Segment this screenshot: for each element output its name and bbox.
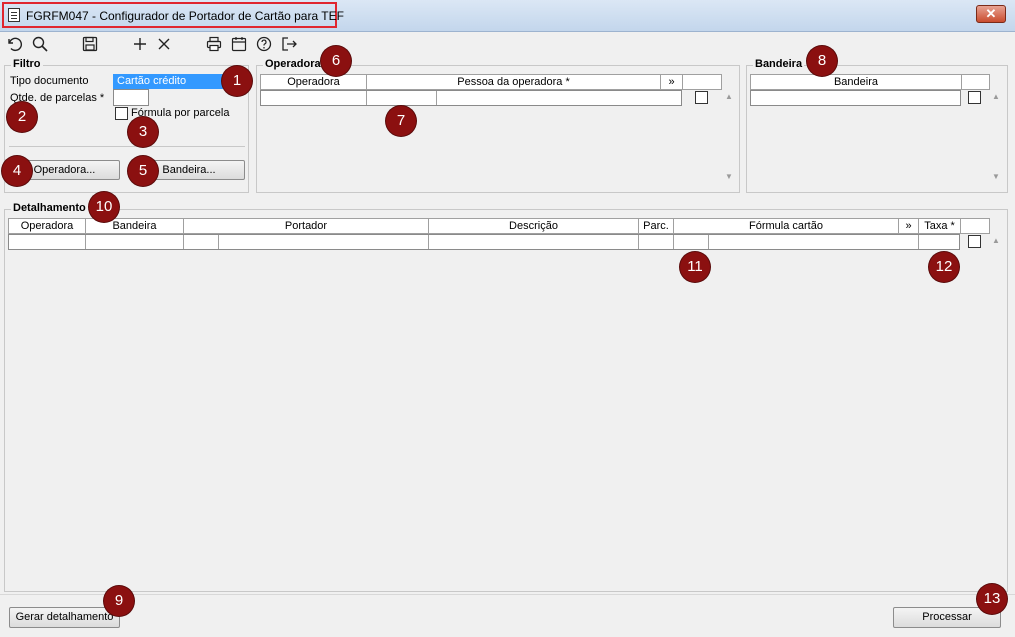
grid-cell[interactable] xyxy=(639,235,674,249)
column-header[interactable]: Operadora xyxy=(261,75,367,89)
bandeira-title: Bandeira xyxy=(753,58,805,70)
callout-marker: 7 xyxy=(386,106,416,136)
detalhamento-title: Detalhamento xyxy=(11,202,88,214)
grid-cell[interactable] xyxy=(437,91,681,105)
tipo-documento-select[interactable]: Cartão crédito xyxy=(113,74,223,89)
operadora-scrollbar[interactable]: ▲ ▼ xyxy=(723,90,735,186)
grid-cell[interactable] xyxy=(184,235,219,249)
expand-columns-button[interactable]: » xyxy=(899,219,919,233)
scroll-up-icon[interactable]: ▲ xyxy=(992,92,1000,101)
table-row[interactable] xyxy=(750,90,961,106)
callout-marker: 5 xyxy=(128,156,158,186)
scroll-down-icon[interactable]: ▼ xyxy=(725,172,733,181)
gerar-detalhamento-button[interactable]: Gerar detalhamento xyxy=(9,607,120,628)
operadora-title: Operadora xyxy=(263,58,323,70)
callout-marker: 4 xyxy=(2,156,32,186)
detalhamento-grid-header: Operadora Bandeira Portador Descrição Pa… xyxy=(8,218,990,234)
toolbar xyxy=(0,32,1015,58)
grid-cell[interactable] xyxy=(367,91,437,105)
row-select-checkbox[interactable] xyxy=(968,235,981,248)
column-header[interactable]: Taxa * xyxy=(919,219,961,233)
expand-columns-button[interactable]: » xyxy=(661,75,683,89)
grid-cell[interactable] xyxy=(86,235,184,249)
column-header[interactable]: Bandeira xyxy=(751,75,962,89)
help-icon[interactable] xyxy=(254,35,274,55)
formula-parcela-checkbox[interactable] xyxy=(115,107,128,120)
column-header xyxy=(683,75,721,89)
filtro-divider xyxy=(9,146,245,147)
grid-cell[interactable] xyxy=(429,235,639,249)
table-row[interactable] xyxy=(260,90,682,106)
grid-cell[interactable] xyxy=(674,235,709,249)
table-row[interactable] xyxy=(8,234,960,250)
parcelas-input[interactable] xyxy=(113,89,149,106)
detalhamento-grid xyxy=(8,218,988,586)
scroll-up-icon[interactable]: ▲ xyxy=(992,236,1000,245)
close-button[interactable]: ✕ xyxy=(976,5,1006,23)
filtro-title: Filtro xyxy=(11,58,43,70)
grid-cell[interactable] xyxy=(709,235,919,249)
footer-bar xyxy=(0,594,1015,637)
callout-marker: 9 xyxy=(104,586,134,616)
scroll-down-icon[interactable]: ▼ xyxy=(992,172,1000,181)
undo-icon[interactable] xyxy=(4,35,24,55)
grid-cell[interactable] xyxy=(261,91,367,105)
tipo-documento-label: Tipo documento xyxy=(10,75,89,87)
grid-cell[interactable] xyxy=(219,235,429,249)
column-header[interactable]: Fórmula cartão xyxy=(674,219,899,233)
column-header[interactable]: Parc. xyxy=(639,219,674,233)
search-icon[interactable] xyxy=(30,35,50,55)
callout-marker: 1 xyxy=(222,66,252,96)
calendar-icon[interactable] xyxy=(229,35,249,55)
row-select-checkbox[interactable] xyxy=(695,91,708,104)
column-header xyxy=(961,219,989,233)
delete-icon[interactable] xyxy=(154,35,174,55)
grid-cell[interactable] xyxy=(919,235,959,249)
callout-marker: 8 xyxy=(807,46,837,76)
column-header xyxy=(962,75,989,89)
print-icon[interactable] xyxy=(204,35,224,55)
detalhamento-scrollbar[interactable]: ▲ xyxy=(990,234,1002,584)
window-title: FGRFM047 - Configurador de Portador de C… xyxy=(26,9,344,23)
callout-marker: 12 xyxy=(929,252,959,282)
exit-icon[interactable] xyxy=(279,35,299,55)
add-icon[interactable] xyxy=(130,35,150,55)
document-icon xyxy=(8,8,20,22)
column-header[interactable]: Operadora xyxy=(9,219,86,233)
save-icon[interactable] xyxy=(80,35,100,55)
grid-cell[interactable] xyxy=(9,235,86,249)
callout-marker: 11 xyxy=(680,252,710,282)
callout-marker: 2 xyxy=(7,102,37,132)
bandeira-scrollbar[interactable]: ▲ ▼ xyxy=(990,90,1002,186)
operadora-grid-header: Operadora Pessoa da operadora * » xyxy=(260,74,722,90)
column-header[interactable]: Portador xyxy=(184,219,429,233)
callout-marker: 3 xyxy=(128,117,158,147)
bandeira-grid-header: Bandeira xyxy=(750,74,990,90)
callout-marker: 13 xyxy=(977,584,1007,614)
scroll-up-icon[interactable]: ▲ xyxy=(725,92,733,101)
callout-marker: 10 xyxy=(89,192,119,222)
row-select-checkbox[interactable] xyxy=(968,91,981,104)
callout-marker: 6 xyxy=(321,46,351,76)
column-header[interactable]: Descrição xyxy=(429,219,639,233)
column-header[interactable]: Pessoa da operadora * xyxy=(367,75,661,89)
